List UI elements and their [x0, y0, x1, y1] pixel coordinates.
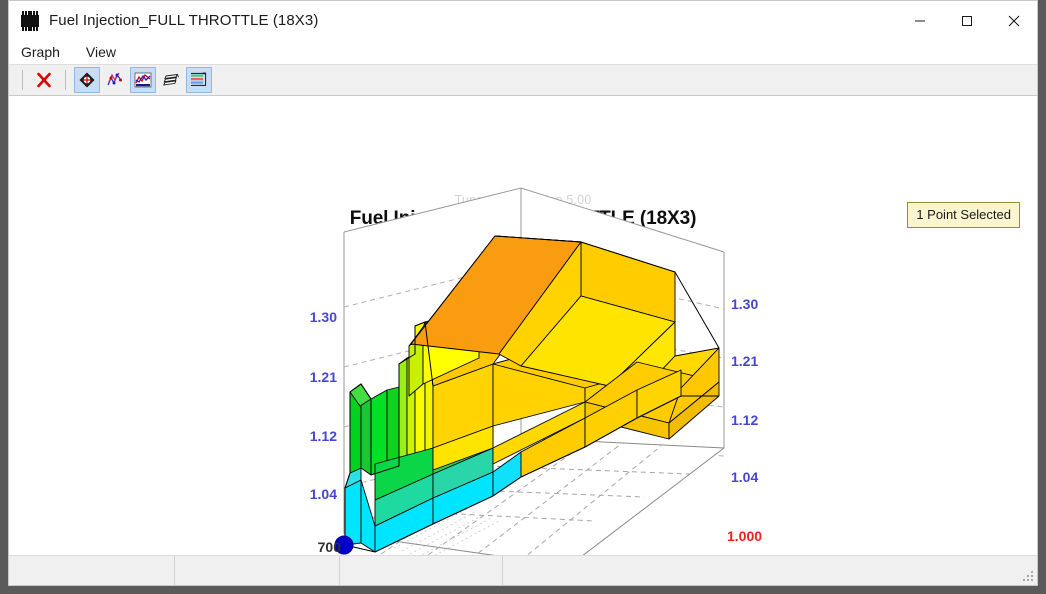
- toolbar: [9, 64, 1037, 96]
- surface-plot[interactable]: 1.30 1.21 1.12 1.04 1.30 1.21 1.12 1.04 …: [9, 96, 1037, 555]
- z-tick-left-104: 1.04: [310, 486, 337, 502]
- toolbar-separator: [22, 70, 23, 90]
- z-tick-right-130: 1.30: [731, 296, 758, 312]
- title-bar: Fuel Injection_FULL THROTTLE (18X3): [9, 1, 1037, 40]
- menu-item-view[interactable]: View: [84, 42, 126, 62]
- pan-rotate-button[interactable]: [74, 67, 100, 93]
- minimize-button[interactable]: [896, 1, 943, 40]
- toolbar-separator: [65, 70, 66, 90]
- maximize-button[interactable]: [943, 1, 990, 40]
- z-tick-left-112: 1.12: [310, 428, 337, 444]
- window-controls: [896, 1, 1037, 40]
- resize-grip-icon[interactable]: [1022, 570, 1034, 582]
- menu-bar: Graph View: [9, 40, 1037, 64]
- menu-item-graph[interactable]: Graph: [19, 42, 70, 62]
- status-pane-2: [175, 556, 340, 585]
- close-graph-button[interactable]: [31, 67, 57, 93]
- status-pane-4: [503, 556, 1037, 585]
- chip-icon: [19, 10, 41, 32]
- y-tick-1000: 1.000: [727, 528, 762, 544]
- scatter-points-button[interactable]: [102, 67, 128, 93]
- z-tick-left-121: 1.21: [310, 369, 337, 385]
- status-bar: [9, 555, 1037, 585]
- x-tick-700: 700: [318, 539, 342, 555]
- show-trace-button[interactable]: [130, 67, 156, 93]
- legend-bars-button[interactable]: [186, 67, 212, 93]
- graph-client-area[interactable]: TunerPro - Version 5.00 Fuel Injection_F…: [9, 96, 1037, 555]
- close-button[interactable]: [990, 1, 1037, 40]
- z-tick-right-121: 1.21: [731, 353, 758, 369]
- z-tick-right-112: 1.12: [731, 412, 758, 428]
- z-tick-left-130: 1.30: [310, 309, 337, 325]
- window-title: Fuel Injection_FULL THROTTLE (18X3): [49, 12, 319, 29]
- status-pane-1: [9, 556, 175, 585]
- layers-button[interactable]: [158, 67, 184, 93]
- z-tick-right-104: 1.04: [731, 469, 758, 485]
- tunerpro-graph-window: Fuel Injection_FULL THROTTLE (18X3) Grap…: [8, 0, 1038, 586]
- status-pane-3: [340, 556, 503, 585]
